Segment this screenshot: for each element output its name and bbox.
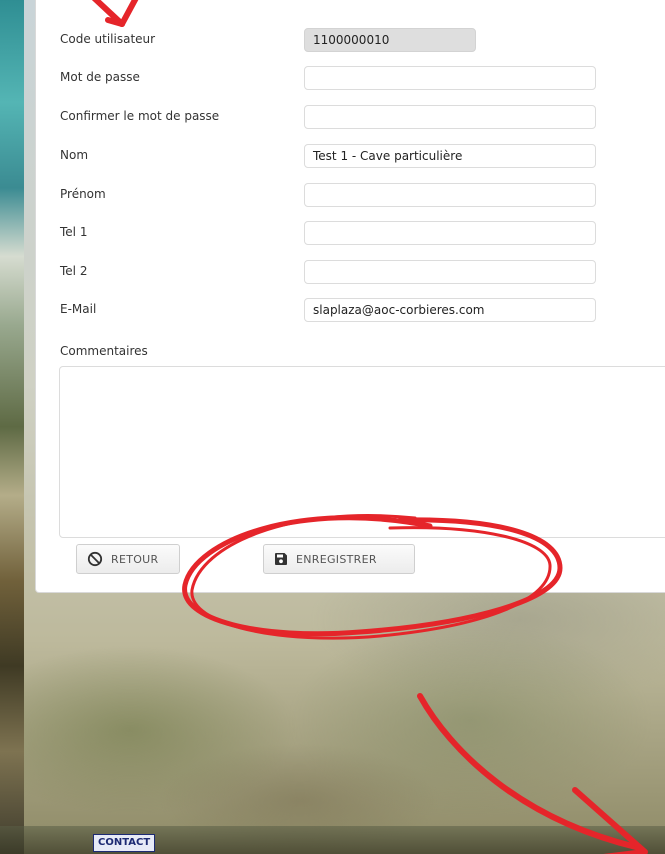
enregistrer-button-label: ENREGISTRER xyxy=(296,552,377,566)
mot-de-passe-label: Mot de passe xyxy=(60,70,140,84)
code-utilisateur-field: 1100000010 xyxy=(304,28,476,52)
confirmer-mot-de-passe-field[interactable] xyxy=(304,105,596,129)
tel-1-field[interactable] xyxy=(304,221,596,245)
enregistrer-button[interactable]: ENREGISTRER xyxy=(263,544,415,574)
mot-de-passe-field[interactable] xyxy=(304,66,596,90)
tel-2-field[interactable] xyxy=(304,260,596,284)
confirmer-mot-de-passe-label: Confirmer le mot de passe xyxy=(60,109,220,123)
floppy-disk-icon xyxy=(274,552,288,566)
tel-2-label: Tel 2 xyxy=(60,264,88,278)
code-utilisateur-label: Code utilisateur xyxy=(60,32,156,46)
commentaires-label: Commentaires xyxy=(60,344,148,358)
retour-button-label: RETOUR xyxy=(111,552,159,566)
commentaires-textarea[interactable] xyxy=(59,366,665,538)
retour-button[interactable]: RETOUR xyxy=(76,544,180,574)
contact-link[interactable]: CONTACT xyxy=(93,834,156,852)
email-field[interactable]: slaplaza@aoc-corbieres.com xyxy=(304,298,596,322)
email-label: E-Mail xyxy=(60,302,97,316)
nom-field[interactable]: Test 1 - Cave particulière xyxy=(304,144,596,168)
prenom-label: Prénom xyxy=(60,187,106,201)
nom-label: Nom xyxy=(60,148,89,162)
tel-1-label: Tel 1 xyxy=(60,225,88,239)
prenom-field[interactable] xyxy=(304,183,596,207)
user-form-panel: Code utilisateur 1100000010 Mot de passe… xyxy=(35,0,665,593)
background-strip xyxy=(0,0,24,854)
ban-icon xyxy=(87,551,103,567)
